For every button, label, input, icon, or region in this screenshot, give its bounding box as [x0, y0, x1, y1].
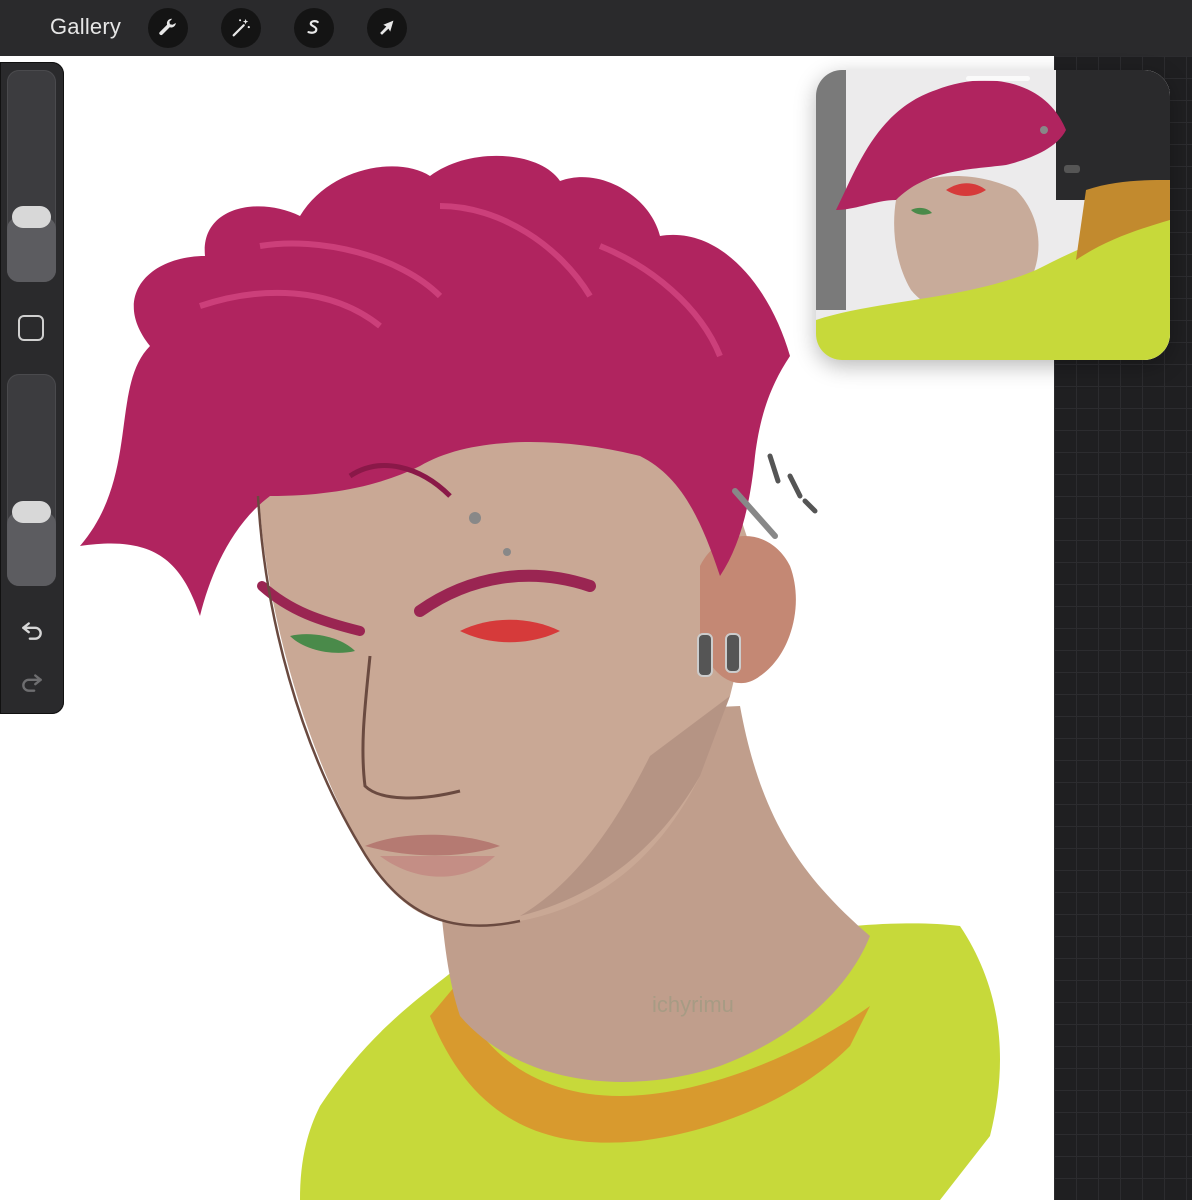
undo-button[interactable] — [16, 614, 48, 646]
opacity-slider[interactable] — [7, 374, 56, 586]
reference-window-handle[interactable] — [966, 76, 1030, 81]
reference-image — [816, 70, 1170, 360]
transform-button[interactable] — [367, 8, 407, 48]
reference-window[interactable] — [816, 70, 1170, 360]
wrench-icon — [159, 18, 176, 36]
redo-button[interactable] — [16, 666, 48, 698]
opacity-thumb[interactable] — [12, 501, 51, 524]
arrow-cursor-icon — [380, 20, 394, 35]
top-toolbar: Gallery — [0, 0, 1192, 56]
selection-button[interactable] — [294, 8, 334, 48]
brush-size-thumb[interactable] — [12, 205, 51, 228]
undo-icon — [22, 622, 42, 640]
selection-s-icon — [307, 20, 319, 34]
brush-size-slider[interactable] — [7, 70, 56, 282]
left-sidebar — [0, 62, 64, 714]
square-icon[interactable] — [18, 315, 44, 341]
adjustments-button[interactable] — [221, 8, 261, 48]
redo-icon — [22, 674, 42, 692]
actions-button[interactable] — [148, 8, 188, 48]
magic-wand-icon — [232, 18, 250, 37]
artist-signature: ichyrimu — [652, 992, 734, 1017]
gallery-button[interactable]: Gallery — [50, 14, 121, 40]
